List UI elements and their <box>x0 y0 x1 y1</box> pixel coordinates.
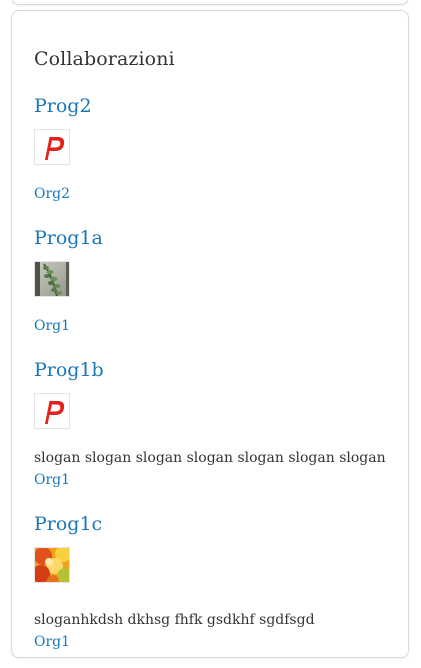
previous-card <box>11 0 409 5</box>
program-logo[interactable] <box>34 547 70 583</box>
list-item: Prog1b slogan slogan slogan slogan sloga… <box>34 358 394 488</box>
list-item: Prog2 Org2 <box>34 94 394 202</box>
organization-link[interactable]: Org1 <box>34 471 70 489</box>
program-link[interactable]: Prog1b <box>34 358 394 382</box>
autumn-leaves-photo <box>35 548 69 582</box>
organization-link[interactable]: Org2 <box>34 185 70 203</box>
list-item: Prog1c sloganhkdsh dkhsg fhfk gsdkhf sgd… <box>34 512 394 650</box>
organization-link[interactable]: Org1 <box>34 633 70 651</box>
p-logo-icon <box>35 130 69 164</box>
list-item: Prog1a Org1 <box>34 226 394 334</box>
program-link[interactable]: Prog1a <box>34 226 394 250</box>
program-logo[interactable] <box>34 393 70 429</box>
collaborations-card: Collaborazioni Prog2 Org2 Prog1a Org1 Pr… <box>11 10 409 658</box>
program-slogan: slogan slogan slogan slogan slogan sloga… <box>34 450 386 466</box>
program-link[interactable]: Prog1c <box>34 512 394 536</box>
program-slogan: sloganhkdsh dkhsg fhfk gsdkhf sgdfsgd <box>34 612 315 628</box>
section-title: Collaborazioni <box>34 48 175 70</box>
organization-link[interactable]: Org1 <box>34 317 70 335</box>
p-logo-icon <box>35 394 69 428</box>
program-logo[interactable] <box>34 261 70 297</box>
plant-photo <box>35 262 69 296</box>
program-link[interactable]: Prog2 <box>34 94 394 118</box>
program-logo[interactable] <box>34 129 70 165</box>
